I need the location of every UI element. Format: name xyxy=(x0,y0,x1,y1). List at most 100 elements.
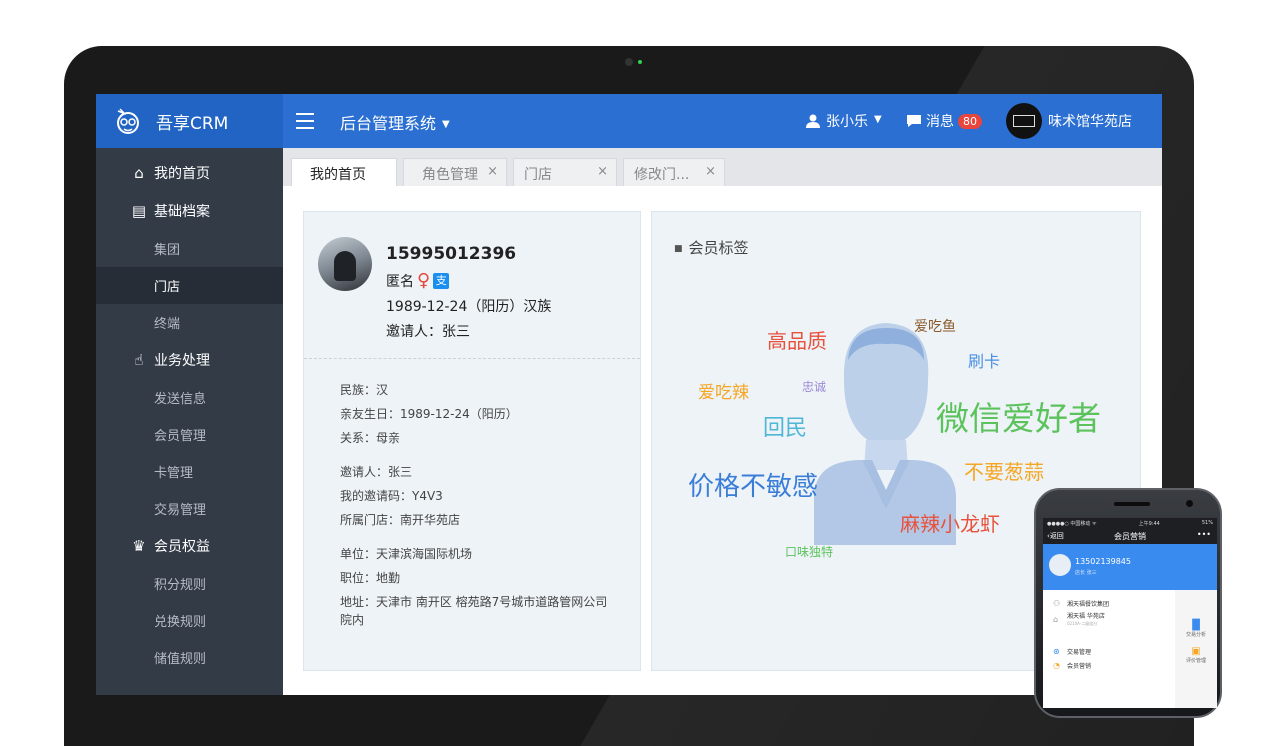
sidebar-item-card-management[interactable]: 卡管理 xyxy=(96,453,283,490)
user-icon xyxy=(806,114,820,128)
chevron-down-icon: ▼ xyxy=(874,113,882,125)
member-name-row: 匿名 ♀ 支 xyxy=(386,270,450,291)
sidebar-group-home[interactable]: ⌂ 我的首页 xyxy=(96,154,283,192)
webcam-indicator xyxy=(638,60,642,64)
mobile-side-item-analysis[interactable]: ▐▌ 交易分析 xyxy=(1175,590,1217,638)
chevron-down-icon: ▼ xyxy=(442,119,450,130)
sidebar-item-exchange-rules[interactable]: 兑换规则 xyxy=(96,602,283,639)
member-name: 匿名 xyxy=(386,273,414,290)
menu-toggle-button[interactable] xyxy=(296,110,316,132)
message-icon xyxy=(907,115,921,127)
member-tag: 爱吃辣 xyxy=(698,383,749,403)
hamburger-icon xyxy=(296,113,314,115)
member-tag: 爱吃鱼 xyxy=(914,319,956,335)
list-item[interactable]: ⌂ 湘天福 华苑店 0210A-二级组分 xyxy=(1043,610,1175,628)
document-icon: ▤ xyxy=(131,202,147,220)
avatar xyxy=(318,237,372,291)
main-content: 15995012396 匿名 ♀ 支 1989-12-24（阳历）汉族 邀请人：… xyxy=(283,186,1162,695)
sidebar-group-label: 我的首页 xyxy=(154,166,210,182)
bullet-icon: ■ xyxy=(674,243,683,254)
list-item[interactable]: ⚇ 湘天福餐饮集团 xyxy=(1043,596,1175,610)
mobile-side-panel: ▐▌ 交易分析 ▣ 评价管理 xyxy=(1175,590,1217,708)
user-name: 张小乐 xyxy=(826,114,868,130)
sidebar-group-member-rights[interactable]: ♛ 会员权益 xyxy=(96,527,283,565)
avatar xyxy=(1049,554,1071,576)
detail-position: 职位：地勤 xyxy=(340,571,401,585)
user-menu[interactable]: 张小乐 ▼ xyxy=(806,111,882,131)
sidebar-item-send-message[interactable]: 发送信息 xyxy=(96,379,283,416)
detail-invite-code: 我的邀请码：Y4V3 xyxy=(340,489,443,503)
member-tag: 口味独特 xyxy=(785,545,834,559)
sidebar-item-terminal[interactable]: 终端 xyxy=(96,304,283,341)
close-icon[interactable]: × xyxy=(597,164,608,179)
sidebar-group-business[interactable]: ☝ 业务处理 xyxy=(96,341,283,379)
more-icon[interactable]: ••• xyxy=(1197,530,1211,539)
female-icon: ♀ xyxy=(417,270,431,291)
system-title: 后台管理系统 xyxy=(340,114,437,133)
mobile-side-item-review[interactable]: ▣ 评价管理 xyxy=(1175,638,1217,664)
tab-store[interactable]: 门店 × xyxy=(513,158,617,186)
app-screen: 吾享CRM 后台管理系统 ▼ 张小乐 ▼ 消息 80 味术馆华苑店 ⌂ 我的首页… xyxy=(96,94,1162,695)
sidebar-item-points-rules[interactable]: 积分规则 xyxy=(96,565,283,602)
member-tag: 价格不敏感 xyxy=(688,472,819,502)
close-icon[interactable]: × xyxy=(487,164,498,179)
mobile-carrier: ●●●●○ 中国移动 ᯤ xyxy=(1047,521,1097,527)
profile-details: 民族：汉 亲友生日：1989-12-24（阳历） 关系：母亲 邀请人：张三 我的… xyxy=(304,359,640,629)
detail-relative-birthday: 亲友生日：1989-12-24（阳历） xyxy=(340,407,518,421)
crown-icon: ♛ xyxy=(132,537,146,555)
messages-button[interactable]: 消息 80 xyxy=(906,111,982,131)
member-profile-card: 15995012396 匿名 ♀ 支 1989-12-24（阳历）汉族 邀请人：… xyxy=(303,211,641,671)
mobile-profile-header: 13502139845 店长 张三 xyxy=(1043,544,1217,590)
mobile-phone-number: 13502139845 xyxy=(1075,557,1131,566)
tab-bar: 我的首页 角色管理 × 门店 × 修改门... × xyxy=(283,148,1162,186)
mobile-time: 上午9:44 xyxy=(1138,521,1160,527)
tab-label: 我的首页 xyxy=(310,167,366,183)
store-switcher[interactable]: 味术馆华苑店 xyxy=(1006,103,1132,139)
tab-label: 门店 xyxy=(524,167,552,183)
detail-store: 所属门店：南开华苑店 xyxy=(340,513,461,527)
system-switcher[interactable]: 后台管理系统 ▼ xyxy=(340,110,450,134)
mobile-camera xyxy=(1186,500,1193,507)
member-tag: 不要葱蒜 xyxy=(964,460,1044,484)
sidebar-item-store[interactable]: 门店 xyxy=(96,267,283,304)
member-tag: 回民 xyxy=(763,416,808,441)
brand-logo-icon xyxy=(117,108,139,134)
tab-edit-store[interactable]: 修改门... × xyxy=(623,158,725,186)
member-tag: 高品质 xyxy=(767,329,827,353)
mobile-title: 会员营销 xyxy=(1114,532,1146,541)
close-icon[interactable]: × xyxy=(705,164,716,179)
sidebar-group-label: 业务处理 xyxy=(154,353,210,369)
sidebar: ⌂ 我的首页 ▤ 基础档案 集团 门店 终端 ☝ 业务处理 发送信息 会员管理 … xyxy=(96,148,283,695)
tab-label: 角色管理 xyxy=(422,167,478,183)
brand[interactable]: 吾享CRM xyxy=(96,94,283,148)
store-avatar xyxy=(1006,103,1042,139)
member-inviter: 邀请人：张三 xyxy=(386,324,470,340)
alipay-icon: 支 xyxy=(433,272,450,289)
bar-chart-icon: ▐▌ xyxy=(1188,620,1204,631)
mobile-battery: 51% xyxy=(1201,520,1213,526)
mobile-role: 店长 张三 xyxy=(1075,570,1097,576)
list-item[interactable]: ⊛ 交易管理 xyxy=(1043,644,1175,658)
sidebar-item-stored-value-rules[interactable]: 储值规则 xyxy=(96,639,283,676)
detail-inviter: 邀请人：张三 xyxy=(340,465,413,479)
comment-icon: ▣ xyxy=(1191,646,1201,657)
detail-address: 地址：天津市 南开区 榕苑路7号城市道路管网公司院内 xyxy=(340,595,608,627)
sidebar-item-transaction-management[interactable]: 交易管理 xyxy=(96,490,283,527)
sidebar-group-basic-files[interactable]: ▤ 基础档案 xyxy=(96,192,283,230)
messages-count-badge: 80 xyxy=(958,113,982,129)
member-birth: 1989-12-24（阳历）汉族 xyxy=(386,299,552,315)
sidebar-item-group[interactable]: 集团 xyxy=(96,230,283,267)
mobile-nav-bar: ‹返回 会员营销 ••• xyxy=(1043,528,1217,544)
list-item[interactable]: ◔ 会员营销 xyxy=(1043,658,1175,672)
store-icon: ⌂ xyxy=(1053,614,1059,624)
home-icon: ⌂ xyxy=(134,164,144,182)
member-phone: 15995012396 xyxy=(386,244,517,264)
member-tag: 微信爱好者 xyxy=(936,399,1101,438)
tab-label: 修改门... xyxy=(634,167,690,183)
tab-role-management[interactable]: 角色管理 × xyxy=(403,158,507,186)
sidebar-group-label: 会员权益 xyxy=(154,539,210,555)
sidebar-item-member-management[interactable]: 会员管理 xyxy=(96,416,283,453)
brand-name: 吾享CRM xyxy=(156,113,229,134)
mobile-menu-list: ⚇ 湘天福餐饮集团 ⌂ 湘天福 华苑店 0210A-二级组分 ⊛ 交易管理 ◔ 会… xyxy=(1043,590,1175,708)
tab-home[interactable]: 我的首页 xyxy=(291,158,397,186)
